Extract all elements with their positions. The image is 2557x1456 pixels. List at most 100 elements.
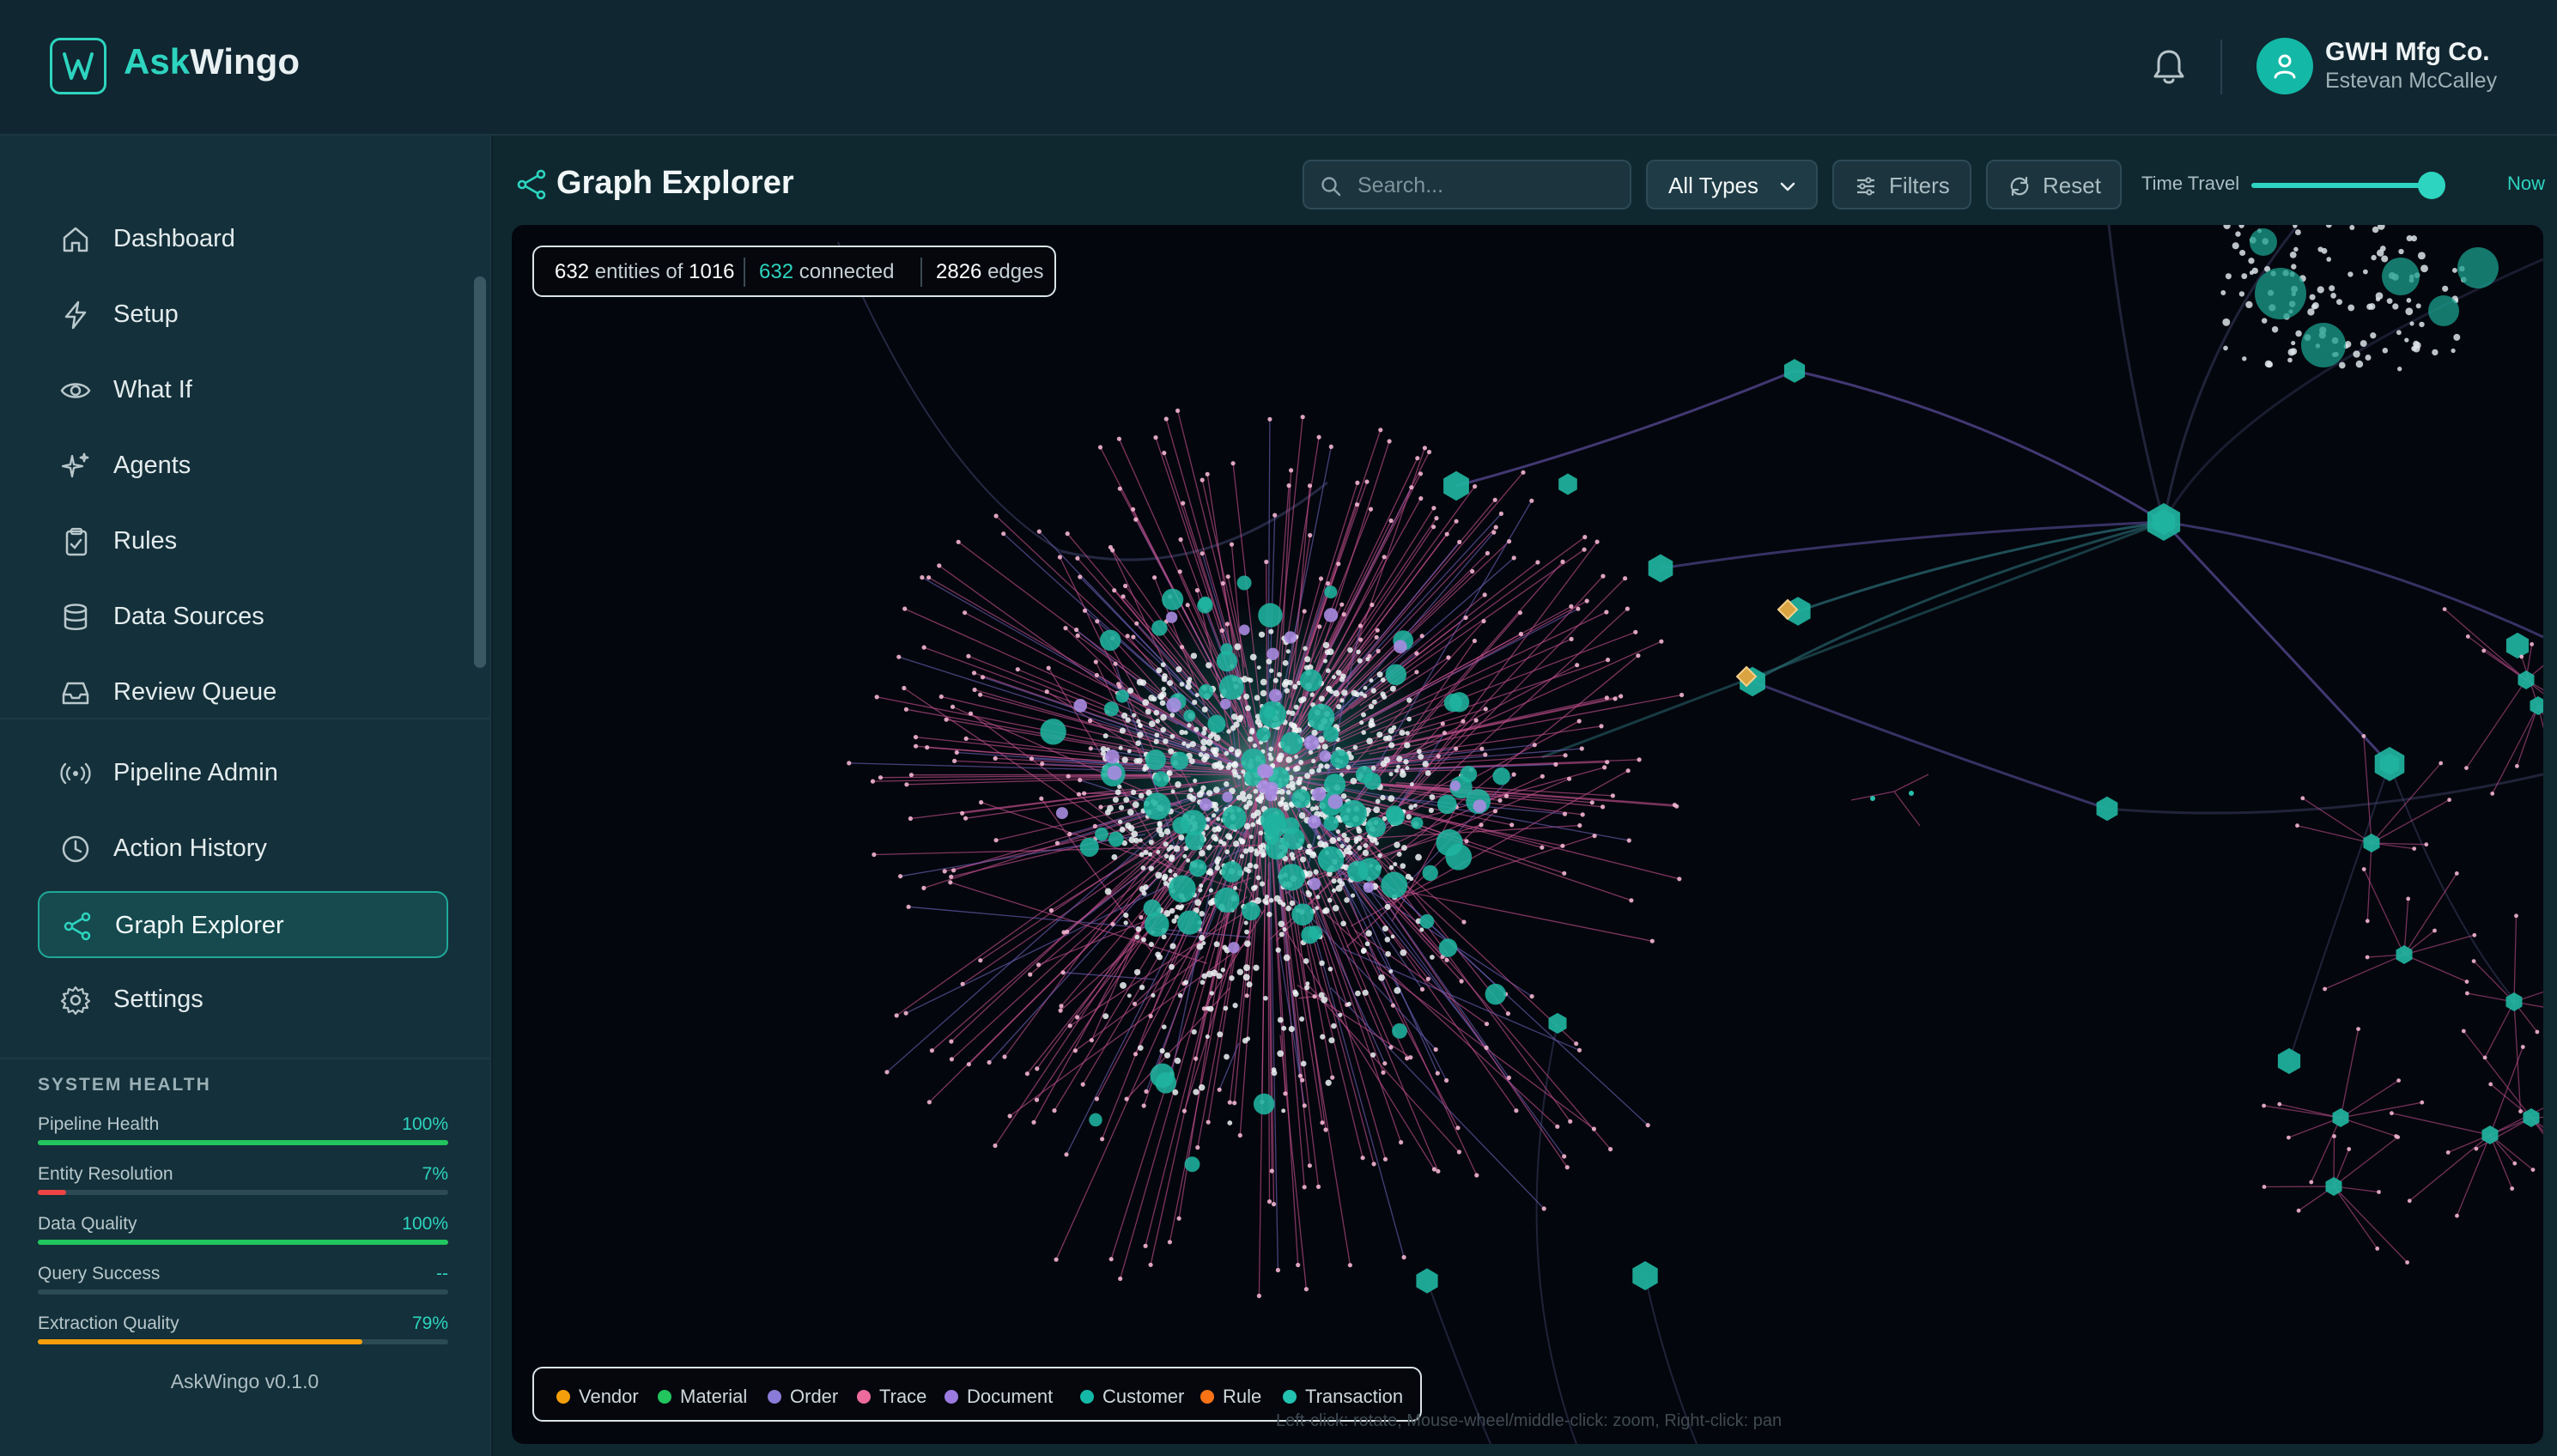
graph-entity-node[interactable] bbox=[1241, 769, 1246, 774]
graph-entity-node[interactable] bbox=[1236, 968, 1244, 975]
graph-trace-node[interactable] bbox=[1121, 594, 1126, 599]
graph-trace-node[interactable] bbox=[1117, 684, 1122, 689]
graph-entity-node[interactable] bbox=[1357, 658, 1363, 664]
graph-entity-node[interactable] bbox=[1121, 712, 1128, 719]
graph-entity-node[interactable] bbox=[1217, 1031, 1224, 1038]
graph-entity-node[interactable] bbox=[1243, 804, 1249, 810]
graph-trace-node[interactable] bbox=[1577, 822, 1582, 828]
graph-trace-node[interactable] bbox=[1569, 604, 1574, 609]
graph-trace-node[interactable] bbox=[2300, 796, 2305, 801]
graph-entity-node[interactable] bbox=[1226, 729, 1231, 734]
sidebar-item-review-queue[interactable]: Review Queue bbox=[38, 659, 448, 726]
graph-trace-node[interactable] bbox=[1574, 1041, 1579, 1046]
graph-material-node[interactable] bbox=[1170, 751, 1189, 770]
graph-entity-node[interactable] bbox=[1236, 774, 1242, 780]
graph-trace-node[interactable] bbox=[2296, 1208, 2301, 1213]
graph-trace-node[interactable] bbox=[1031, 1119, 1036, 1125]
sidebar-item-dashboard[interactable]: Dashboard bbox=[38, 206, 448, 273]
graph-entity-node[interactable] bbox=[1317, 840, 1325, 848]
graph-entity-node[interactable] bbox=[1396, 852, 1402, 857]
graph-document-node[interactable] bbox=[1268, 689, 1282, 702]
graph-entity-node[interactable] bbox=[1178, 834, 1185, 841]
graph-entity-node[interactable] bbox=[2396, 330, 2402, 336]
graph-trace-node[interactable] bbox=[1131, 634, 1136, 640]
graph-trace-node[interactable] bbox=[1065, 531, 1070, 537]
graph-entity-node[interactable] bbox=[1400, 845, 1407, 852]
graph-entity-node[interactable] bbox=[2235, 231, 2241, 237]
graph-entity-node[interactable] bbox=[1258, 848, 1266, 855]
graph-material-node[interactable] bbox=[1347, 860, 1369, 883]
graph-entity-node[interactable] bbox=[2222, 318, 2231, 326]
graph-entity-node[interactable] bbox=[1253, 884, 1258, 889]
graph-trace-node[interactable] bbox=[1606, 658, 1611, 663]
graph-material-node[interactable] bbox=[1278, 864, 1305, 891]
graph-entity-node[interactable] bbox=[1258, 830, 1264, 836]
graph-entity-node[interactable] bbox=[1299, 1016, 1305, 1022]
graph-trace-node[interactable] bbox=[1061, 930, 1066, 935]
graph-entity-node[interactable] bbox=[2294, 229, 2301, 236]
graph-entity-node[interactable] bbox=[1360, 948, 1367, 955]
graph-entity-node[interactable] bbox=[1388, 795, 1395, 803]
graph-entity-node[interactable] bbox=[1155, 871, 1163, 879]
graph-trace-node[interactable] bbox=[2390, 1111, 2394, 1116]
graph-trace-node[interactable] bbox=[1036, 962, 1042, 968]
graph-entity-node[interactable] bbox=[1258, 631, 1266, 638]
graph-entity-node[interactable] bbox=[1346, 844, 1352, 850]
graph-entity-node[interactable] bbox=[1254, 695, 1260, 701]
graph-entity-node[interactable] bbox=[1298, 760, 1304, 765]
graph-trace-node[interactable] bbox=[2407, 1198, 2412, 1204]
graph-document-node[interactable] bbox=[1449, 780, 1461, 792]
graph-trace-node[interactable] bbox=[1302, 1103, 1307, 1108]
graph-entity-node[interactable] bbox=[1264, 895, 1269, 900]
graph-trace-node[interactable] bbox=[874, 695, 879, 700]
graph-entity-node[interactable] bbox=[1418, 753, 1424, 760]
graph-trace-node[interactable] bbox=[1376, 648, 1381, 653]
graph-trace-node[interactable] bbox=[1422, 446, 1427, 451]
graph-entity-node[interactable] bbox=[1142, 699, 1150, 707]
graph-entity-node[interactable] bbox=[1340, 793, 1347, 799]
graph-trace-node[interactable] bbox=[1431, 506, 1436, 511]
graph-entity-node[interactable] bbox=[1292, 991, 1299, 998]
graph-hub-node[interactable] bbox=[2505, 632, 2530, 659]
graph-trace-node[interactable] bbox=[1116, 436, 1121, 441]
graph-trace-node[interactable] bbox=[2530, 642, 2535, 646]
graph-trace-node[interactable] bbox=[1626, 838, 1631, 843]
graph-entity-node[interactable] bbox=[1329, 837, 1337, 845]
graph-trace-node[interactable] bbox=[949, 874, 954, 879]
graph-entity-node[interactable] bbox=[1289, 780, 1296, 787]
graph-entity-node[interactable] bbox=[1160, 726, 1167, 733]
graph-document-node[interactable] bbox=[1312, 787, 1327, 802]
graph-trace-node[interactable] bbox=[884, 1070, 890, 1075]
graph-entity-node[interactable] bbox=[1175, 666, 1182, 673]
graph-entity-node[interactable] bbox=[1370, 688, 1376, 694]
graph-trace-node[interactable] bbox=[2510, 1186, 2515, 1191]
graph-trace-node[interactable] bbox=[938, 694, 944, 700]
graph-trace-node[interactable] bbox=[1095, 619, 1100, 624]
graph-entity-node[interactable] bbox=[1278, 752, 1285, 759]
graph-entity-node[interactable] bbox=[1206, 662, 1212, 669]
graph-entity-node[interactable] bbox=[1322, 641, 1330, 649]
graph-trace-node[interactable] bbox=[2519, 654, 2524, 659]
graph-entity-node[interactable] bbox=[1167, 680, 1174, 687]
graph-entity-node[interactable] bbox=[1151, 696, 1157, 702]
graph-material-node[interactable] bbox=[1438, 938, 1458, 957]
graph-entity-node[interactable] bbox=[1201, 730, 1207, 736]
graph-entity-node[interactable] bbox=[1396, 764, 1400, 769]
graph-entity-node[interactable] bbox=[1319, 960, 1325, 967]
graph-document-node[interactable] bbox=[1394, 640, 1407, 654]
graph-trace-node[interactable] bbox=[1015, 667, 1020, 672]
graph-material-node[interactable] bbox=[2428, 295, 2459, 326]
logo-mark[interactable] bbox=[50, 38, 106, 94]
graph-trace-node[interactable] bbox=[1532, 743, 1537, 748]
graph-material-node[interactable] bbox=[1207, 714, 1226, 733]
graph-trace-node[interactable] bbox=[2439, 761, 2444, 766]
graph-entity-node[interactable] bbox=[1157, 693, 1164, 701]
graph-trace-node[interactable] bbox=[2442, 607, 2447, 611]
graph-entity-node[interactable] bbox=[1216, 816, 1221, 822]
graph-entity-node[interactable] bbox=[1331, 1022, 1337, 1029]
graph-entity-node[interactable] bbox=[1368, 703, 1375, 710]
graph-trace-node[interactable] bbox=[963, 736, 969, 742]
graph-entity-node[interactable] bbox=[1243, 822, 1251, 830]
graph-trace-node[interactable] bbox=[1097, 445, 1103, 450]
graph-entity-node[interactable] bbox=[1400, 949, 1407, 956]
